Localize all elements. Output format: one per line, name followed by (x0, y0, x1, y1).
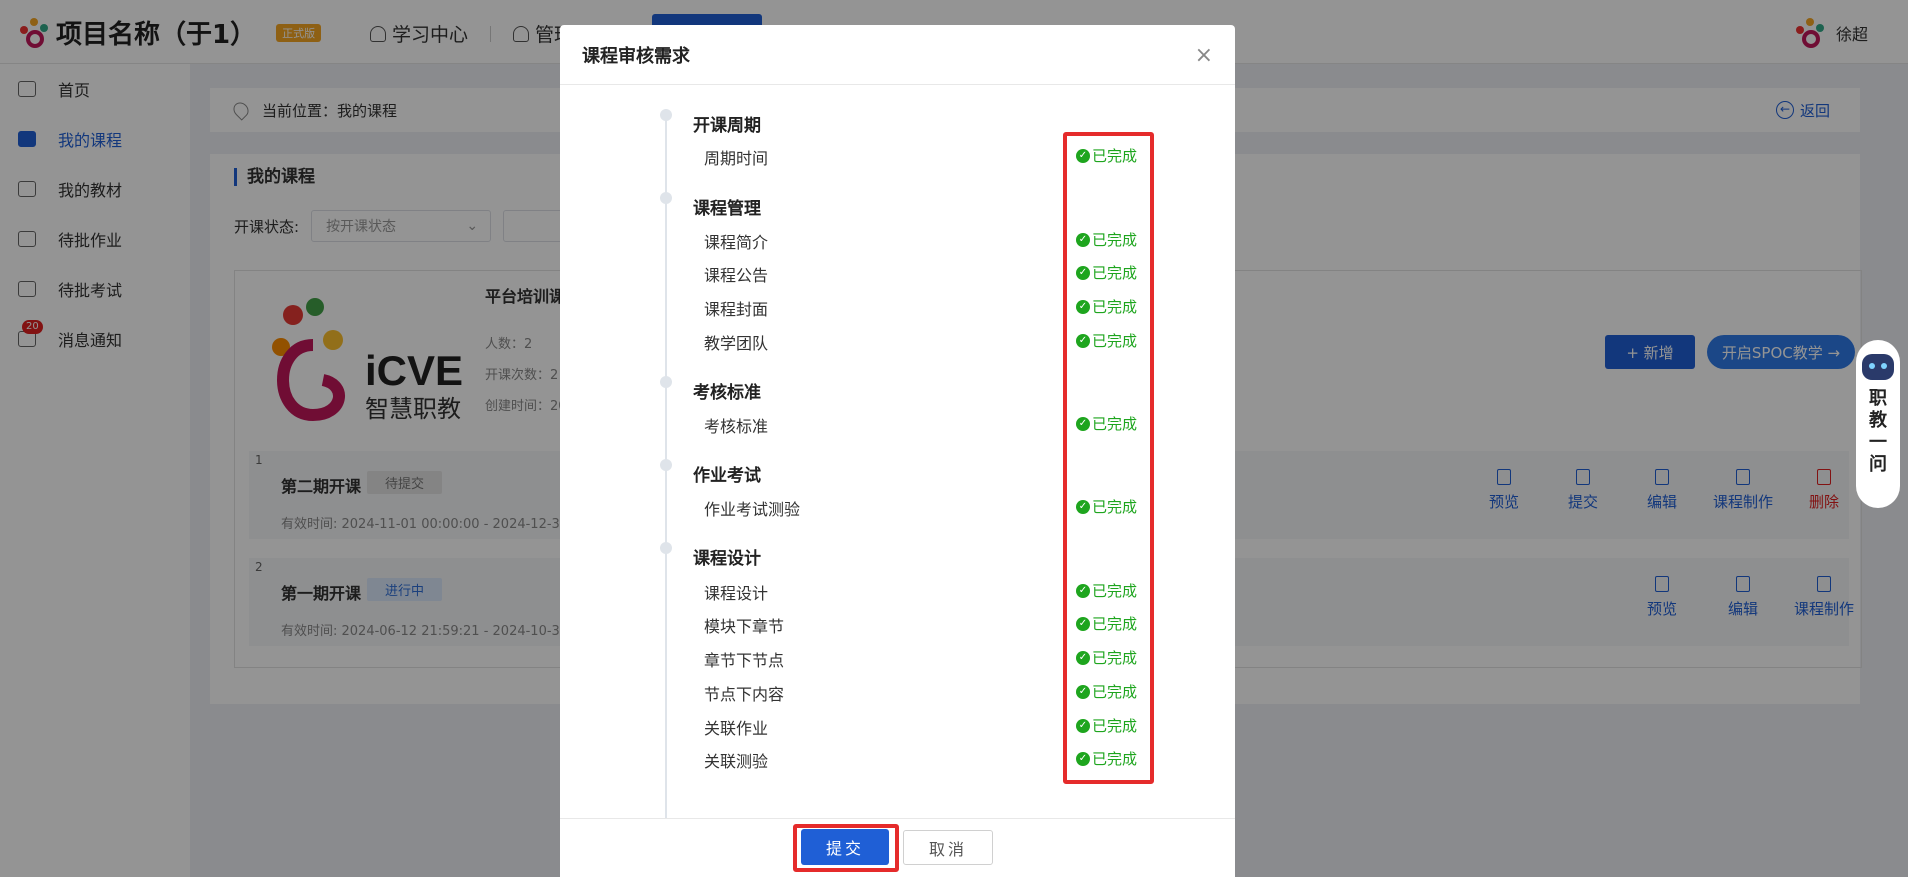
requirement-label: 模块下章节 (704, 617, 785, 636)
ai-label-char: 职 (1869, 388, 1887, 409)
requirement-label: 作业考试测验 (704, 500, 801, 519)
requirement-label: 关联测验 (704, 752, 769, 771)
timeline-dot (660, 109, 672, 121)
requirement-label: 教学团队 (704, 334, 769, 353)
section-title: 考核标准 (693, 383, 761, 403)
requirement-label: 考核标准 (704, 417, 769, 436)
submit-highlight-box (793, 824, 899, 872)
requirement-label: 章节下节点 (704, 651, 785, 670)
close-icon[interactable]: × (1195, 43, 1213, 68)
robot-icon (1862, 354, 1894, 380)
requirement-label: 节点下内容 (704, 685, 785, 704)
requirement-label: 课程公告 (704, 266, 769, 285)
requirement-label: 周期时间 (704, 149, 769, 168)
section-title: 作业考试 (693, 466, 761, 486)
ai-label-char: 一 (1869, 432, 1887, 453)
ai-assistant-widget[interactable]: 职 教 一 问 (1856, 340, 1900, 508)
status-highlight-box (1063, 132, 1154, 784)
timeline-dot (660, 376, 672, 388)
section-title: 课程设计 (693, 549, 761, 569)
requirement-label: 课程封面 (704, 300, 769, 319)
requirement-label: 关联作业 (704, 719, 769, 738)
dialog-header: 课程审核需求 × (560, 25, 1235, 85)
dialog-title: 课程审核需求 (582, 45, 690, 67)
ai-label-char: 问 (1869, 454, 1887, 475)
section-title: 开课周期 (693, 116, 761, 136)
timeline-dot (660, 192, 672, 204)
requirement-label: 课程设计 (704, 584, 769, 603)
section-title: 课程管理 (693, 199, 761, 219)
ai-label-char: 教 (1869, 410, 1887, 431)
requirement-label: 课程简介 (704, 233, 769, 252)
cancel-button[interactable]: 取消 (903, 830, 993, 865)
timeline-dot (660, 542, 672, 554)
timeline-dot (660, 459, 672, 471)
